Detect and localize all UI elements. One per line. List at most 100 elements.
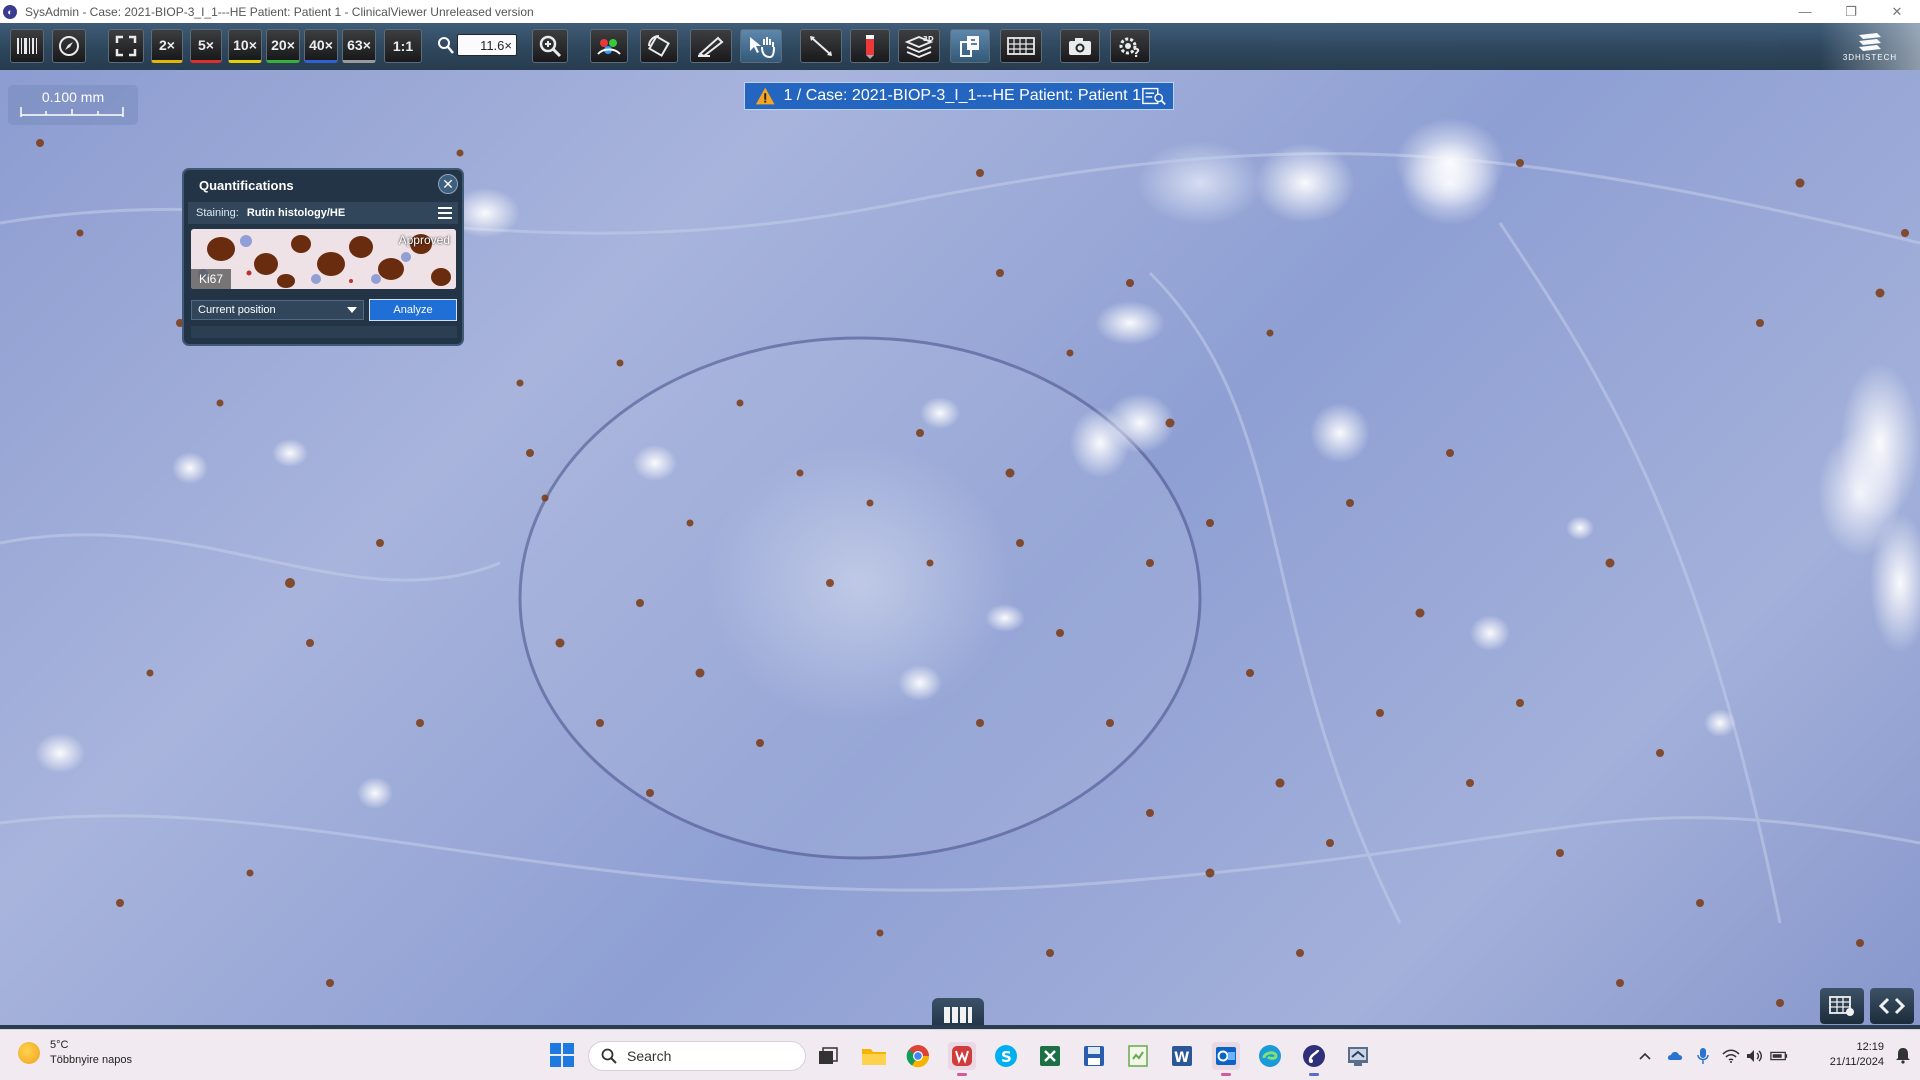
rotate-button[interactable] — [640, 29, 678, 63]
staining-label: Staining: — [196, 207, 239, 219]
word-button[interactable]: W — [1168, 1042, 1196, 1070]
app-logo-icon: ◐ — [3, 4, 17, 19]
admin-tool-icon — [1348, 1047, 1368, 1066]
layers-3d-button[interactable]: 3D — [898, 29, 940, 63]
caseviewer-icon — [1303, 1045, 1325, 1067]
windows-start-icon[interactable] — [549, 1042, 575, 1068]
export-button[interactable] — [950, 29, 990, 63]
word-icon: W — [1172, 1046, 1192, 1066]
running-indicator — [1309, 1073, 1319, 1076]
layout-settings-icon — [1829, 996, 1854, 1016]
magnification-2x-button[interactable]: 2× — [151, 29, 183, 63]
barcode-icon — [17, 38, 37, 54]
weather-desc: Többnyire napos — [50, 1054, 132, 1066]
skype-icon: S — [995, 1045, 1017, 1067]
magnification-63x-button[interactable]: 63× — [342, 29, 376, 63]
save-app-button[interactable] — [1080, 1042, 1108, 1070]
warning-icon — [755, 87, 775, 105]
task-view-button[interactable] — [814, 1042, 842, 1070]
ki67-thumbnail[interactable]: Approved Ki67 — [191, 229, 456, 289]
magnification-10x-button[interactable]: 10× — [228, 29, 262, 63]
close-icon[interactable]: ✕ — [1874, 0, 1920, 23]
weather-temp: 5°C — [50, 1039, 69, 1051]
magnification-5x-button[interactable]: 5× — [190, 29, 222, 63]
fullscreen-icon — [115, 35, 137, 57]
close-icon[interactable]: ✕ — [438, 174, 458, 194]
grid-button[interactable] — [1000, 29, 1042, 63]
caseviewer-button[interactable] — [1300, 1042, 1328, 1076]
chrome-button[interactable] — [904, 1042, 932, 1070]
settings-help-button[interactable]: ? — [1110, 29, 1150, 63]
measure-button[interactable] — [800, 29, 842, 63]
clock-date: 21/11/2024 — [1829, 1056, 1884, 1068]
battery-icon[interactable] — [1770, 1047, 1788, 1065]
microphone-icon[interactable] — [1694, 1047, 1712, 1065]
clock-time: 12:19 — [1856, 1041, 1884, 1053]
stacked-slides-icon — [1859, 33, 1881, 51]
floppy-icon — [1084, 1046, 1104, 1066]
file-explorer-button[interactable] — [860, 1042, 888, 1070]
hamburger-menu-icon[interactable] — [438, 207, 452, 219]
annotation-button[interactable] — [690, 29, 732, 63]
settings-help-icon: ? — [1119, 37, 1140, 59]
edge-button[interactable] — [1256, 1042, 1284, 1070]
case-banner-text: 1 / Case: 2021-BIOP-3_I_1---HE Patient: … — [783, 87, 1141, 104]
svg-text:W: W — [1174, 1050, 1189, 1066]
marker-icon — [866, 35, 874, 59]
case-search-icon[interactable] — [1141, 86, 1167, 106]
fullscreen-button[interactable] — [108, 29, 144, 63]
magnification-40x-button[interactable]: 40× — [304, 29, 338, 63]
zoom-button[interactable] — [532, 29, 568, 63]
sun-icon — [18, 1042, 40, 1064]
case-banner[interactable]: 1 / Case: 2021-BIOP-3_I_1---HE Patient: … — [744, 82, 1174, 110]
notification-bell-icon[interactable] — [1894, 1046, 1912, 1064]
magnification-20x-button[interactable]: 20× — [266, 29, 300, 63]
panel-footer — [191, 326, 457, 338]
restore-icon[interactable]: ❐ — [1828, 0, 1874, 23]
excel-button[interactable] — [1036, 1042, 1064, 1070]
svg-text:?: ? — [1133, 46, 1140, 59]
running-indicator — [1221, 1073, 1231, 1076]
main-toolbar: 2× 5× 10× 20× 40× 63× 1:1 11.6× 3D ? 3DH… — [0, 23, 1920, 70]
panel-title: Quantifications — [199, 178, 294, 193]
layout-settings-button[interactable] — [1820, 988, 1864, 1024]
taskbar-clock[interactable]: 12:19 21/11/2024 — [1830, 1040, 1884, 1070]
slide-tray-icon — [944, 1007, 972, 1023]
taskbar-search[interactable]: Search — [588, 1041, 806, 1071]
pan-tool-button[interactable] — [740, 29, 782, 63]
skype-button[interactable]: S — [992, 1042, 1020, 1070]
notes-icon — [1128, 1045, 1148, 1067]
barcode-button[interactable] — [10, 29, 44, 63]
navigator-button[interactable] — [52, 29, 86, 63]
notes-app-button[interactable] — [1124, 1042, 1152, 1070]
slide-app-button[interactable] — [948, 1042, 976, 1076]
wifi-icon[interactable] — [1722, 1047, 1740, 1065]
search-placeholder: Search — [627, 1048, 672, 1064]
prev-next-slide-button[interactable] — [1870, 988, 1914, 1024]
zoom-input[interactable]: 11.6× — [457, 34, 517, 56]
onedrive-sync-icon[interactable] — [1666, 1047, 1684, 1065]
chevron-up-icon[interactable] — [1636, 1047, 1654, 1065]
minimize-icon[interactable]: — — [1782, 0, 1828, 23]
snapshot-button[interactable] — [1060, 29, 1100, 63]
one-to-one-button[interactable]: 1:1 — [384, 29, 422, 63]
folder-icon — [862, 1049, 886, 1065]
staining-row: Staining: Rutin histology/HE — [188, 202, 458, 224]
annotation-icon — [698, 36, 724, 58]
position-select-value: Current position — [198, 304, 276, 316]
color-adjust-button[interactable] — [590, 29, 628, 63]
approved-status: Approved — [398, 233, 450, 247]
speaker-icon[interactable] — [1746, 1047, 1764, 1065]
zoom-icon — [539, 35, 562, 58]
admin-tool-button[interactable] — [1344, 1042, 1372, 1070]
window-titlebar: ◐ SysAdmin - Case: 2021-BIOP-3_I_1---HE … — [0, 0, 1920, 23]
windows-taskbar: 5°C Többnyire napos Search S W 12:19 21/… — [0, 1029, 1920, 1080]
outlook-button[interactable] — [1212, 1042, 1240, 1076]
position-select[interactable]: Current position — [191, 300, 364, 320]
marker-button[interactable] — [850, 29, 890, 63]
navigator-icon — [59, 36, 79, 56]
color-icon — [597, 39, 621, 55]
quantifications-panel: Quantifications ✕ Staining: Rutin histol… — [182, 168, 464, 346]
weather-widget[interactable]: 5°C Többnyire napos — [18, 1038, 132, 1068]
analyze-button[interactable]: Analyze — [369, 299, 457, 321]
